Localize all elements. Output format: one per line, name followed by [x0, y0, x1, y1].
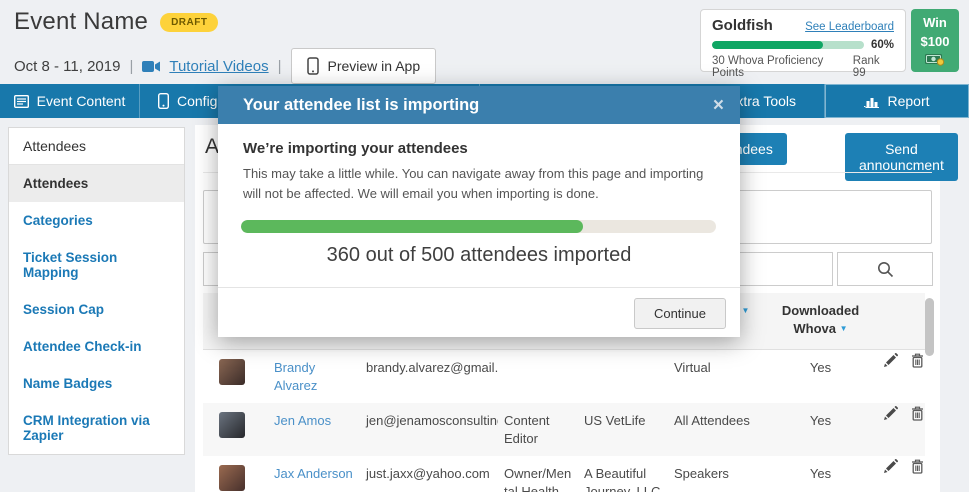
- win-prize-button[interactable]: Win $100: [911, 9, 959, 72]
- top-header: Event Name DRAFT Oct 8 - 11, 2019 | Tuto…: [0, 0, 969, 84]
- avatar: [219, 359, 245, 385]
- avatar: [219, 465, 245, 492]
- delete-icon[interactable]: [911, 406, 924, 421]
- separator: |: [129, 57, 134, 75]
- attendee-downloaded: Yes: [809, 413, 832, 429]
- win-label-line2: $100: [920, 33, 950, 49]
- scrollbar-thumb[interactable]: [925, 298, 934, 356]
- attendee-email: just.jaxx@yahoo.com: [366, 466, 490, 482]
- separator: |: [277, 57, 282, 75]
- sidebar-item-session-cap[interactable]: Session Cap: [9, 291, 184, 328]
- proficiency-points: 30 Whova Proficiency Points: [712, 55, 824, 79]
- proficiency-widget: Goldfish See Leaderboard 60% 30 Whova Pr…: [700, 9, 906, 79]
- sidebar-section-header: Attendees: [9, 128, 184, 165]
- import-progress-modal: Your attendee list is importing × We’re …: [218, 86, 740, 337]
- close-icon[interactable]: ×: [713, 96, 724, 115]
- attendee-name-link[interactable]: Brandy Alvarez: [274, 360, 317, 393]
- sort-icon: ▼: [839, 323, 848, 333]
- delete-icon[interactable]: [911, 459, 924, 474]
- event-date-range: Oct 8 - 11, 2019: [14, 57, 121, 75]
- table-row: Brandy Alvarez brandy.alvarez@gmail.c...…: [203, 350, 925, 404]
- table-scrollbar[interactable]: [925, 293, 934, 492]
- modal-body: We’re importing your attendees This may …: [218, 124, 740, 203]
- header-actions: [878, 293, 925, 349]
- sort-icon: ▼: [741, 306, 750, 315]
- attendee-company: A Beautiful Journey, LLC: [584, 466, 661, 492]
- attendee-category: Virtual: [674, 360, 711, 375]
- attendee-title: Content Editor: [504, 413, 550, 446]
- tab-report-label: Report: [887, 93, 930, 109]
- proficiency-level: Goldfish: [712, 17, 773, 34]
- import-progress-bar: [241, 220, 716, 233]
- preview-in-app-button[interactable]: Preview in App: [290, 48, 437, 84]
- table-row: Jax Anderson just.jaxx@yahoo.com Owner/M…: [203, 456, 925, 492]
- whova-dashboard: Event Name DRAFT Oct 8 - 11, 2019 | Tuto…: [0, 0, 969, 492]
- modal-title: Your attendee list is importing: [243, 95, 480, 114]
- video-camera-icon: [142, 60, 161, 73]
- proficiency-rank: Rank 99: [852, 55, 880, 79]
- modal-footer: Continue: [218, 287, 740, 337]
- attendee-category: Speakers: [674, 466, 729, 482]
- proficiency-progress-fill: [712, 41, 823, 49]
- money-icon: [925, 52, 945, 66]
- tab-event-content-label: Event Content: [36, 93, 126, 109]
- modal-subtitle: We’re importing your attendees: [243, 140, 468, 157]
- continue-button[interactable]: Continue: [633, 298, 726, 329]
- win-label-line1: Win: [923, 15, 947, 31]
- attendees-sidebar: Attendees Attendees Categories Ticket Se…: [8, 127, 185, 455]
- event-name: Event Name: [14, 8, 149, 35]
- avatar: [219, 412, 245, 439]
- sidebar-item-name-badges[interactable]: Name Badges: [9, 365, 184, 402]
- modal-description: This may take a little while. You can na…: [243, 166, 704, 201]
- modal-header: Your attendee list is importing ×: [218, 86, 740, 124]
- attendee-title: Owner/Mental Health Therapist: [504, 466, 572, 492]
- tab-event-content[interactable]: Event Content: [0, 84, 140, 118]
- sidebar-item-attendee-check-in[interactable]: Attendee Check-in: [9, 328, 184, 365]
- tutorial-videos-link[interactable]: Tutorial Videos: [169, 58, 268, 75]
- proficiency-percent: 60%: [870, 39, 894, 51]
- attendee-name-link[interactable]: Jax Anderson: [274, 466, 353, 481]
- table-row: Jen Amos jen@jenamosconsulting... Conten…: [203, 403, 925, 457]
- sidebar-item-ticket-session-mapping[interactable]: Ticket Session Mapping: [9, 239, 184, 291]
- attendee-category: All Attendees: [674, 413, 750, 429]
- attendee-downloaded: Yes: [809, 466, 832, 482]
- see-leaderboard-link[interactable]: See Leaderboard: [805, 21, 894, 33]
- delete-icon[interactable]: [911, 353, 924, 368]
- edit-icon[interactable]: [884, 406, 898, 421]
- attendee-company: [578, 350, 668, 403]
- content-list-icon: [13, 94, 29, 108]
- preview-in-app-label: Preview in App: [327, 58, 421, 74]
- draft-status-badge: DRAFT: [160, 12, 219, 32]
- attendee-company: US VetLife: [584, 413, 646, 429]
- import-count-label: 360 out of 500 attendees imported: [326, 244, 632, 266]
- search-icon: [877, 261, 894, 278]
- edit-icon[interactable]: [884, 459, 898, 474]
- header-downloaded-whova[interactable]: Downloaded Whova ▼: [763, 293, 878, 349]
- phone-icon: [158, 93, 169, 109]
- proficiency-progress-bar: [712, 41, 864, 49]
- sidebar-item-attendees[interactable]: Attendees: [9, 165, 184, 202]
- attendee-name-link[interactable]: Jen Amos: [274, 413, 331, 428]
- bar-chart-icon: [864, 95, 880, 108]
- sidebar-item-categories[interactable]: Categories: [9, 202, 184, 239]
- attendee-title: [498, 350, 578, 403]
- send-announcement-button[interactable]: Send announcment: [845, 133, 958, 181]
- attendee-email: brandy.alvarez@gmail.c...: [366, 360, 498, 375]
- attendee-email: jen@jenamosconsulting...: [366, 413, 498, 429]
- import-progress-fill: [241, 220, 583, 233]
- phone-icon: [306, 57, 319, 75]
- tab-report[interactable]: Report: [825, 84, 969, 118]
- search-button[interactable]: [837, 252, 933, 286]
- edit-icon[interactable]: [884, 353, 898, 367]
- sidebar-item-crm-integration[interactable]: CRM Integration via Zapier: [9, 402, 184, 454]
- attendee-downloaded: Yes: [809, 360, 832, 375]
